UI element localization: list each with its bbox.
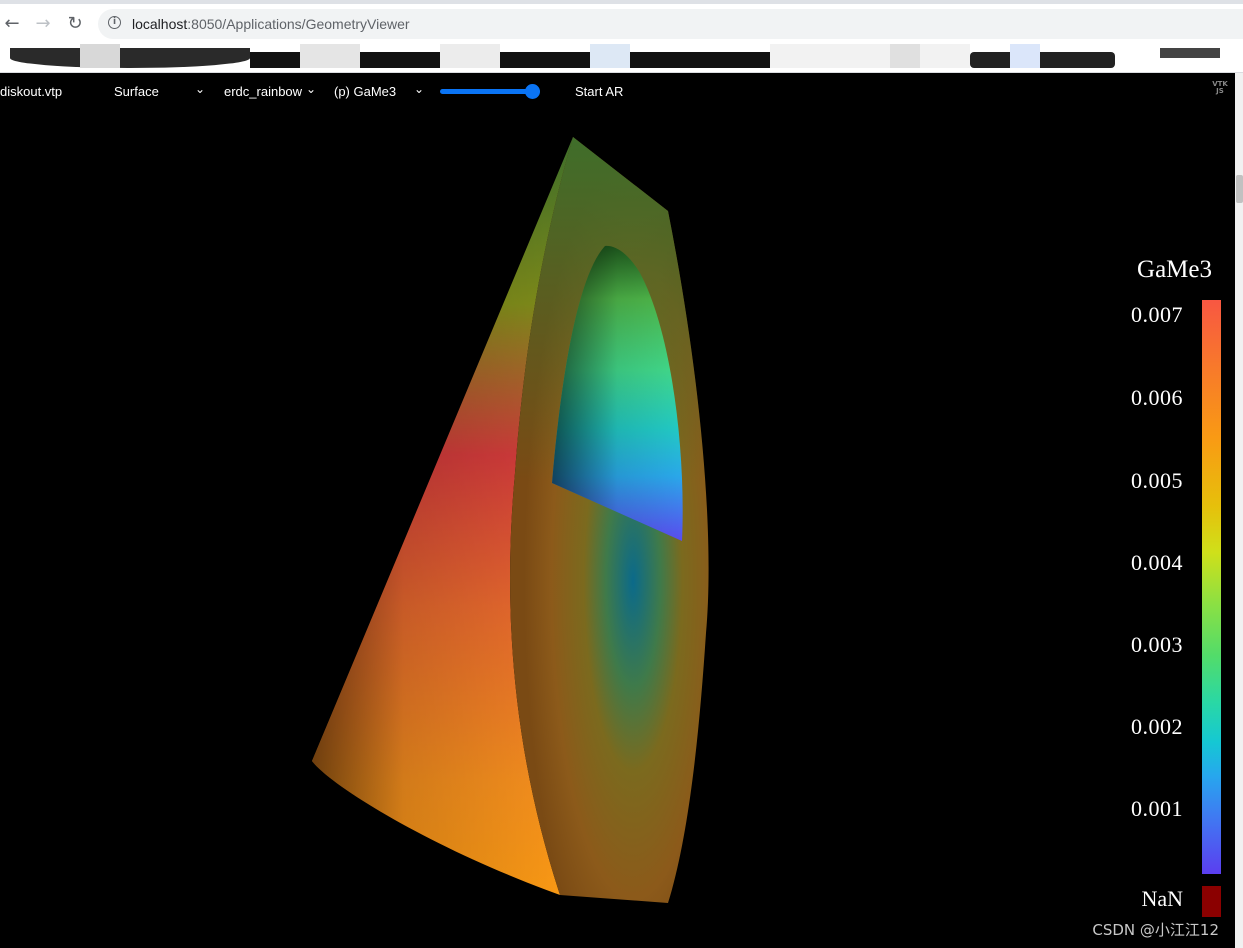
slider-thumb[interactable] bbox=[525, 84, 540, 99]
legend-tick: 0.005 bbox=[1131, 468, 1183, 493]
redacted-bookmarks bbox=[1010, 44, 1040, 68]
redacted-bookmarks bbox=[770, 44, 970, 68]
legend-tick: 0.003 bbox=[1131, 632, 1183, 657]
redacted-bookmarks bbox=[890, 44, 920, 68]
render-viewport[interactable] bbox=[0, 73, 1235, 948]
legend-title: GaMe3 bbox=[1137, 256, 1212, 283]
chevron-down-icon[interactable]: ⌄ bbox=[306, 82, 316, 96]
start-ar-button[interactable]: Start AR bbox=[575, 84, 623, 99]
legend-nan-label: NaN bbox=[1141, 886, 1183, 911]
legend-tick: 0.007 bbox=[1131, 302, 1183, 327]
legend-tick: 0.001 bbox=[1131, 796, 1183, 821]
redacted-bookmarks bbox=[10, 48, 250, 68]
scrollbar-thumb[interactable] bbox=[1236, 175, 1243, 203]
redacted-bookmarks bbox=[300, 44, 360, 68]
url-text[interactable]: localhost:8050/Applications/GeometryView… bbox=[132, 16, 410, 32]
legend-tick: 0.006 bbox=[1131, 385, 1183, 410]
url-path: :8050/Applications/GeometryViewer bbox=[187, 16, 410, 32]
back-arrow-icon[interactable]: ← bbox=[1, 13, 23, 35]
redacted-bookmarks bbox=[1160, 48, 1220, 58]
redacted-bookmarks bbox=[80, 44, 120, 68]
legend-tick: 0.004 bbox=[1131, 550, 1183, 575]
page-scrollbar[interactable] bbox=[1235, 73, 1243, 948]
watermark: CSDN @小江江12 bbox=[1092, 921, 1219, 939]
file-name-label[interactable]: diskout.vtp bbox=[0, 84, 62, 99]
browser-toolbar: ← → ↻ i localhost:8050/Applications/Geom… bbox=[0, 0, 1243, 44]
redacted-bookmarks bbox=[440, 44, 500, 68]
redacted-bookmarks bbox=[590, 44, 630, 68]
legend-tick: 0.002 bbox=[1131, 714, 1183, 739]
color-by-select[interactable]: (p) GaMe3 bbox=[334, 84, 396, 99]
reload-icon[interactable]: ↻ bbox=[64, 13, 86, 35]
vtk-logo: VTK JS bbox=[1212, 80, 1228, 95]
legend-color-bar bbox=[1202, 300, 1221, 874]
address-bar[interactable]: i localhost:8050/Applications/GeometryVi… bbox=[98, 9, 1243, 39]
colormap-select[interactable]: erdc_rainbow bbox=[224, 84, 304, 99]
forward-arrow-icon[interactable]: → bbox=[32, 13, 54, 35]
site-info-icon[interactable]: i bbox=[108, 16, 121, 29]
legend-nan-swatch bbox=[1202, 886, 1221, 917]
chevron-down-icon[interactable]: ⌄ bbox=[195, 82, 205, 96]
opacity-slider[interactable] bbox=[440, 84, 540, 99]
bookmarks-bar bbox=[0, 44, 1243, 73]
geometry-viewer-app: diskout.vtp Surface ⌄ erdc_rainbow ⌄ (p)… bbox=[0, 73, 1235, 948]
representation-select[interactable]: Surface bbox=[114, 84, 159, 99]
chevron-down-icon[interactable]: ⌄ bbox=[414, 82, 424, 96]
url-host: localhost bbox=[132, 16, 188, 32]
redacted-bookmarks bbox=[970, 52, 1115, 68]
viewer-toolbar: diskout.vtp Surface ⌄ erdc_rainbow ⌄ (p)… bbox=[0, 73, 1235, 109]
